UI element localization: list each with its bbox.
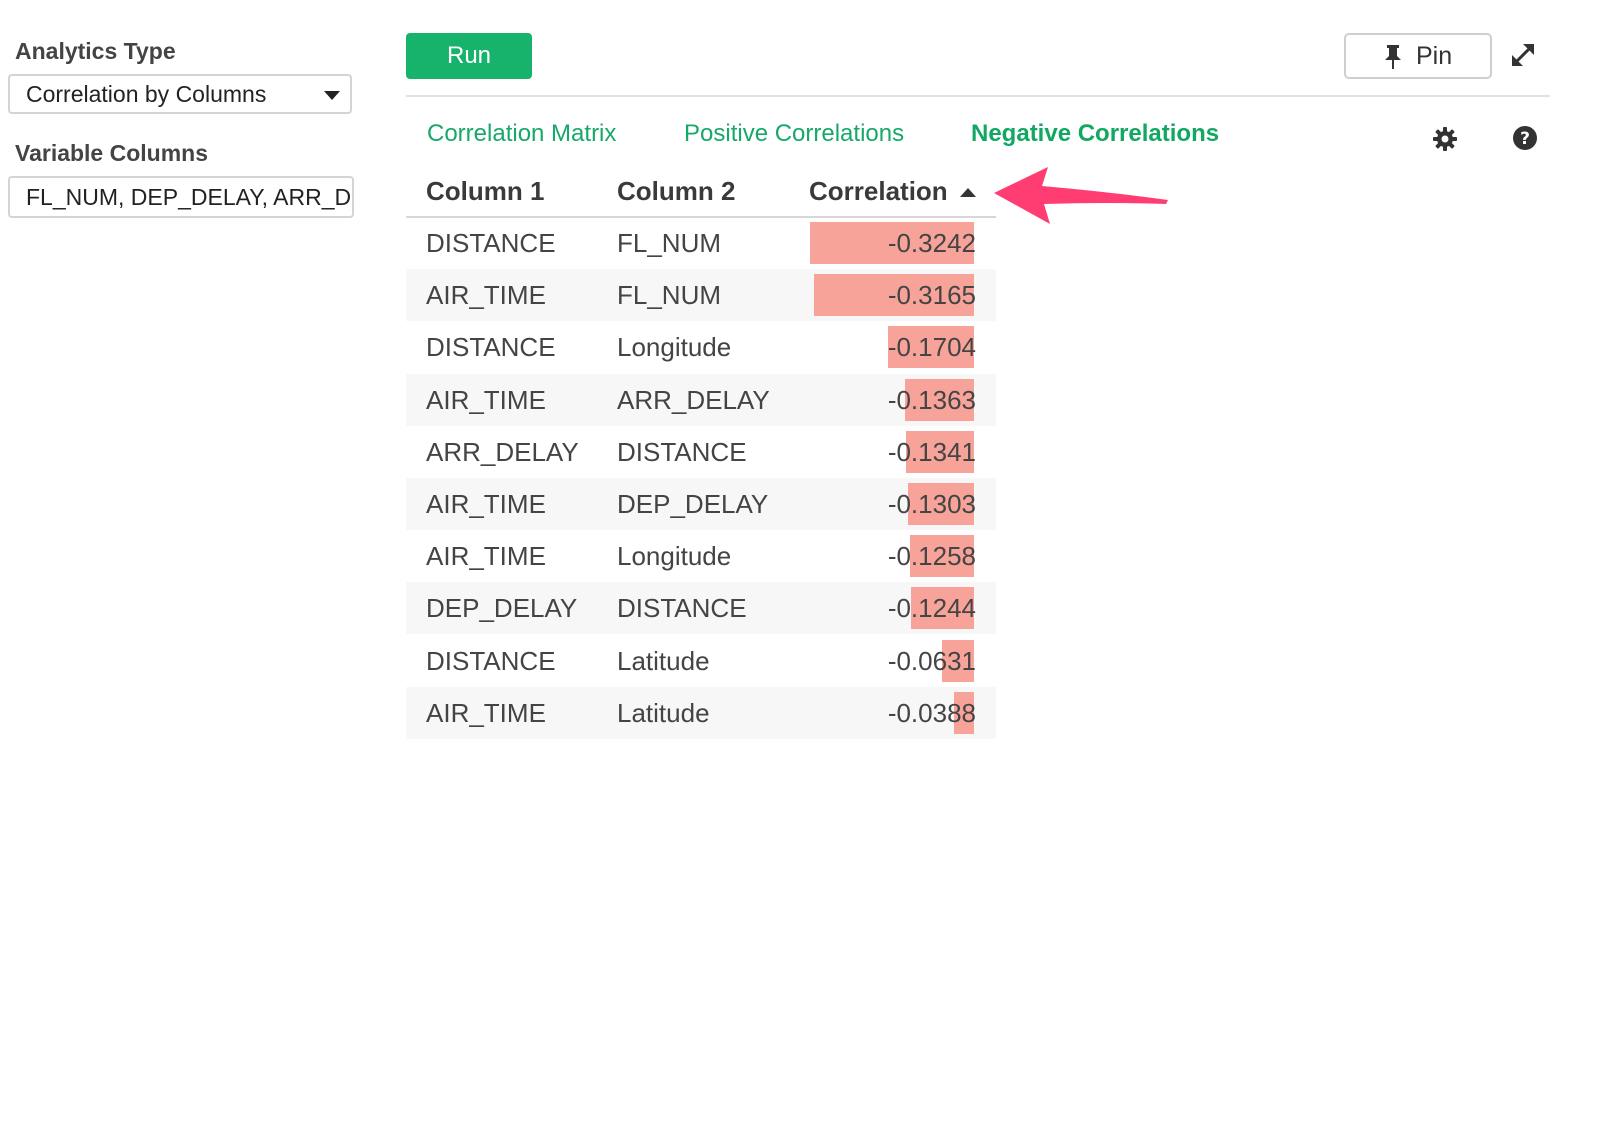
help-icon[interactable]: ? (1512, 125, 1538, 151)
tab-positive-correlations[interactable]: Positive Correlations (684, 120, 904, 148)
pin-button[interactable]: Pin (1344, 33, 1492, 79)
correlation-value: -0.1258 (887, 541, 976, 572)
gear-icon[interactable] (1432, 126, 1458, 152)
svg-text:?: ? (1520, 129, 1530, 149)
analytics-type-select[interactable]: Correlation by Columns (8, 74, 352, 114)
column-2-cell: Latitude (617, 697, 710, 728)
correlation-value: -0.1704 (887, 332, 976, 363)
column-2-cell: Latitude (617, 645, 710, 676)
column-1-header[interactable]: Column 1 (426, 176, 544, 207)
correlation-value: -0.3242 (887, 228, 976, 258)
column-1-cell: DISTANCE (426, 332, 556, 363)
correlation-value: -0.0631 (887, 645, 976, 676)
run-button[interactable]: Run (406, 33, 532, 79)
variable-columns-label: Variable Columns (15, 140, 209, 166)
table-row: DISTANCE Longitude -0.1704 (406, 321, 996, 373)
column-2-cell: FL_NUM (617, 228, 722, 258)
expand-icon[interactable] (1510, 42, 1536, 68)
correlation-value: -0.1341 (887, 436, 976, 467)
column-1-cell: ARR_DELAY (426, 436, 579, 467)
correlation-value: -0.1363 (887, 384, 976, 415)
table-row: ARR_DELAY DISTANCE -0.1341 (406, 426, 996, 478)
table-row: DEP_DELAY DISTANCE -0.1244 (406, 582, 996, 635)
arrow-annotation (994, 167, 1168, 224)
table-row: AIR_TIME DEP_DELAY -0.1303 (406, 478, 996, 530)
tab-negative-correlations[interactable]: Negative Correlations (971, 120, 1219, 148)
column-1-cell: AIR_TIME (426, 697, 546, 728)
table-row: AIR_TIME ARR_DELAY -0.1363 (406, 373, 996, 426)
column-2-cell: ARR_DELAY (617, 384, 770, 415)
column-2-cell: Longitude (617, 541, 732, 572)
pin-label: Pin (1416, 42, 1453, 70)
correlation-value: -0.1244 (887, 593, 976, 624)
column-1-cell: DISTANCE (426, 228, 556, 258)
column-2-cell: DEP_DELAY (617, 489, 769, 519)
column-1-cell: AIR_TIME (426, 280, 546, 311)
correlation-value: -0.3165 (887, 280, 976, 311)
column-1-cell: AIR_TIME (426, 489, 546, 519)
table-row: DISTANCE FL_NUM -0.3242 (406, 217, 996, 269)
correlation-value: -0.1303 (887, 489, 976, 519)
pin-icon (1385, 45, 1401, 69)
column-1-cell: AIR_TIME (426, 541, 546, 572)
column-2-cell: Longitude (617, 332, 732, 363)
column-1-cell: DEP_DELAY (426, 593, 578, 624)
column-2-cell: DISTANCE (617, 593, 747, 624)
table-row: DISTANCE Latitude -0.0631 (406, 635, 996, 687)
column-2-cell: FL_NUM (617, 280, 722, 311)
tab-correlation-matrix[interactable]: Correlation Matrix (427, 120, 616, 148)
sort-up-icon[interactable] (960, 188, 976, 197)
variable-columns-value: FL_NUM, DEP_DELAY, ARR_DELAY (26, 184, 352, 210)
correlation-header[interactable]: Correlation (809, 176, 948, 207)
table-row: AIR_TIME FL_NUM -0.3165 (406, 269, 996, 322)
correlation-value: -0.0388 (887, 697, 976, 728)
table-row: AIR_TIME Longitude -0.1258 (406, 530, 996, 582)
toolbar-divider (406, 95, 1550, 97)
column-1-cell: DISTANCE (426, 645, 556, 676)
analytics-type-value: Correlation by Columns (26, 81, 267, 107)
variable-columns-input[interactable]: FL_NUM, DEP_DELAY, ARR_DELAY (8, 176, 354, 218)
table-row: AIR_TIME Latitude -0.0388 (406, 686, 996, 739)
column-2-header[interactable]: Column 2 (617, 176, 735, 207)
column-1-cell: AIR_TIME (426, 384, 546, 415)
caret-down-icon (324, 91, 340, 100)
column-2-cell: DISTANCE (617, 436, 747, 467)
analytics-type-label: Analytics Type (15, 38, 176, 64)
